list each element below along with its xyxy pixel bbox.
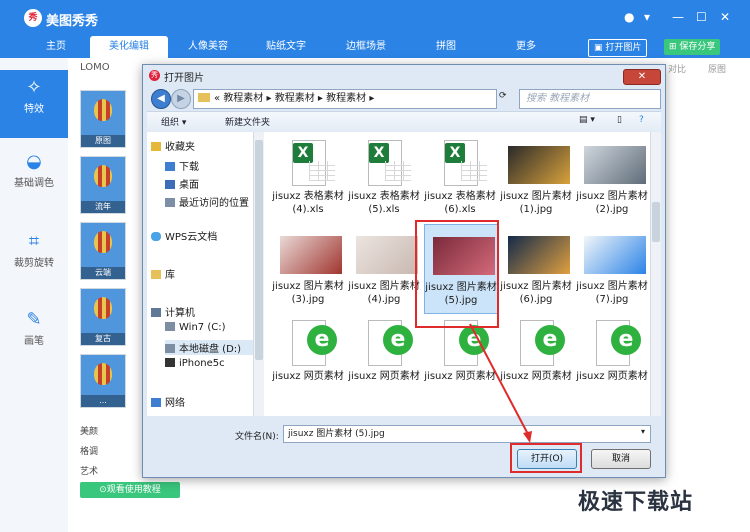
- annotation-arrow: [469, 323, 532, 443]
- watermark-text: 极速下载站: [578, 490, 694, 515]
